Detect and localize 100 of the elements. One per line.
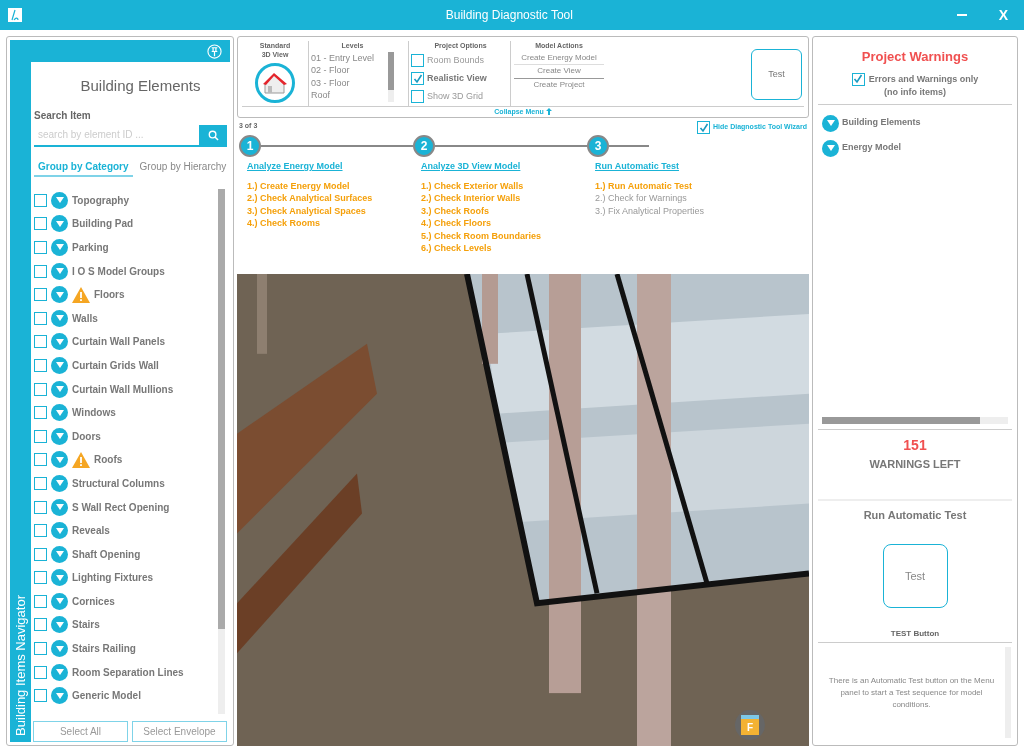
element-category-label[interactable]: Room Separation Lines [72, 664, 184, 680]
element-category-label[interactable]: Floors [94, 287, 125, 303]
step-title-link[interactable]: Run Automatic Test [595, 160, 679, 174]
expand-icon[interactable] [51, 262, 68, 280]
step-task[interactable]: 6.) Check Levels [421, 242, 587, 255]
element-category-label[interactable]: Generic Model [72, 688, 141, 704]
element-category-label[interactable]: Walls [72, 310, 98, 326]
expand-icon[interactable] [51, 474, 68, 492]
expand-icon[interactable] [51, 592, 68, 610]
step-task[interactable]: 3.) Check Analytical Spaces [247, 204, 413, 217]
expand-icon[interactable] [51, 640, 68, 658]
step-task[interactable]: 1.) Check Exterior Walls [421, 179, 587, 192]
element-category-label[interactable]: Curtain Grids Wall [72, 357, 159, 373]
step-title-link[interactable]: Analyze Energy Model [247, 160, 343, 174]
test-button[interactable]: Test [751, 49, 802, 100]
expand-icon[interactable] [51, 239, 68, 256]
option-label[interactable]: Realistic View [427, 71, 487, 86]
element-category-label[interactable]: Doors [72, 428, 101, 444]
expand-icon[interactable] [51, 522, 68, 540]
model-action-link[interactable]: Create Energy Model [514, 51, 604, 65]
hide-wizard-checkbox[interactable] [697, 121, 711, 134]
search-button[interactable] [199, 124, 227, 147]
step-task[interactable]: 4.) Check Floors [421, 217, 587, 230]
step-task[interactable]: 4.) Check Rooms [247, 217, 413, 230]
element-category-label[interactable]: Roofs [94, 452, 123, 468]
item-checkbox[interactable] [34, 241, 47, 254]
house-view-icon[interactable] [255, 63, 295, 103]
group-tab[interactable]: Group by Category [34, 158, 133, 177]
expand-icon[interactable] [51, 191, 68, 209]
model-action-link[interactable]: Create View [514, 65, 604, 79]
item-checkbox[interactable] [34, 594, 47, 608]
option-checkbox[interactable] [411, 54, 424, 67]
minimize-icon[interactable] [956, 14, 967, 16]
expand-icon[interactable] [51, 616, 68, 634]
element-category-label[interactable]: Shaft Opening [72, 546, 141, 562]
expand-icon[interactable] [51, 687, 68, 705]
element-category-label[interactable]: Building Pad [72, 216, 134, 232]
item-checkbox[interactable] [34, 642, 47, 656]
option-checkbox[interactable] [411, 72, 424, 85]
item-checkbox[interactable] [34, 547, 47, 561]
element-category-label[interactable]: Topography [72, 192, 130, 208]
item-checkbox[interactable] [34, 429, 47, 443]
item-checkbox[interactable] [34, 524, 47, 538]
expand-icon[interactable] [51, 380, 68, 398]
level-item[interactable]: Roof [311, 89, 388, 102]
levels-scrollbar[interactable] [388, 51, 394, 102]
close-button[interactable]: X [998, 4, 1008, 26]
element-category-label[interactable]: I O S Model Groups [72, 263, 165, 279]
navigator-side-tab[interactable]: Building Items Navigator [10, 40, 31, 742]
expand-icon[interactable] [51, 498, 68, 516]
item-checkbox[interactable] [34, 571, 47, 585]
item-checkbox[interactable] [34, 689, 47, 703]
expand-icon[interactable] [822, 114, 839, 132]
item-checkbox[interactable] [34, 382, 47, 396]
step-task[interactable]: 5.) Check Room Boundaries [421, 229, 587, 242]
expand-icon[interactable] [51, 356, 68, 374]
filter-checkbox[interactable] [851, 72, 865, 86]
expand-icon[interactable] [51, 215, 68, 233]
step-title-link[interactable]: Analyze 3D View Model [421, 160, 521, 174]
expand-icon[interactable] [51, 569, 68, 587]
filter-label[interactable]: Errors and Warnings only [868, 72, 979, 86]
element-category-label[interactable]: Structural Columns [72, 475, 165, 491]
warning-group-label[interactable]: Energy Model [842, 141, 901, 155]
element-category-label[interactable]: Curtain Wall Panels [72, 334, 165, 350]
step-task[interactable]: 2.) Check Analytical Surfaces [247, 192, 413, 205]
option-checkbox[interactable] [411, 90, 424, 103]
item-checkbox[interactable] [34, 288, 47, 302]
option-label[interactable]: Show 3D Grid [427, 89, 484, 104]
option-label[interactable]: Room Bounds [427, 53, 485, 68]
item-checkbox[interactable] [34, 476, 47, 490]
select-button[interactable]: Select Envelope [132, 721, 227, 742]
element-category-label[interactable]: Parking [72, 240, 109, 255]
level-item[interactable]: 02 - Floor [311, 64, 388, 77]
step-task[interactable]: 1.) Create Energy Model [247, 179, 413, 192]
step-task[interactable]: 3.) Fix Analytical Properties [595, 204, 761, 217]
expand-icon[interactable] [51, 286, 68, 304]
element-category-label[interactable]: S Wall Rect Opening [72, 499, 170, 515]
warning-group-label[interactable]: Building Elements [842, 116, 921, 130]
expand-icon[interactable] [51, 663, 68, 681]
element-category-label[interactable]: Stairs [72, 617, 100, 633]
run-test-button[interactable]: Test [882, 544, 948, 608]
item-checkbox[interactable] [34, 406, 47, 420]
item-checkbox[interactable] [34, 193, 47, 207]
list-scrollbar[interactable] [218, 188, 225, 714]
item-checkbox[interactable] [34, 264, 47, 278]
select-button[interactable]: Select All [33, 721, 128, 742]
step-task[interactable]: 1.) Run Automatic Test [595, 179, 761, 192]
element-category-label[interactable]: Windows [72, 405, 116, 421]
element-category-label[interactable]: Cornices [72, 593, 115, 609]
element-category-label[interactable]: Lighting Fixtures [72, 570, 154, 586]
element-category-label[interactable]: Curtain Wall Mullions [72, 381, 174, 397]
expand-icon[interactable] [51, 451, 68, 469]
element-category-label[interactable]: Stairs Railing [72, 641, 136, 657]
expand-icon[interactable] [51, 333, 68, 351]
item-checkbox[interactable] [34, 453, 47, 467]
item-checkbox[interactable] [34, 665, 47, 679]
expand-icon[interactable] [51, 545, 68, 563]
item-checkbox[interactable] [34, 335, 47, 349]
expand-icon[interactable] [822, 139, 839, 157]
expand-icon[interactable] [51, 427, 68, 445]
